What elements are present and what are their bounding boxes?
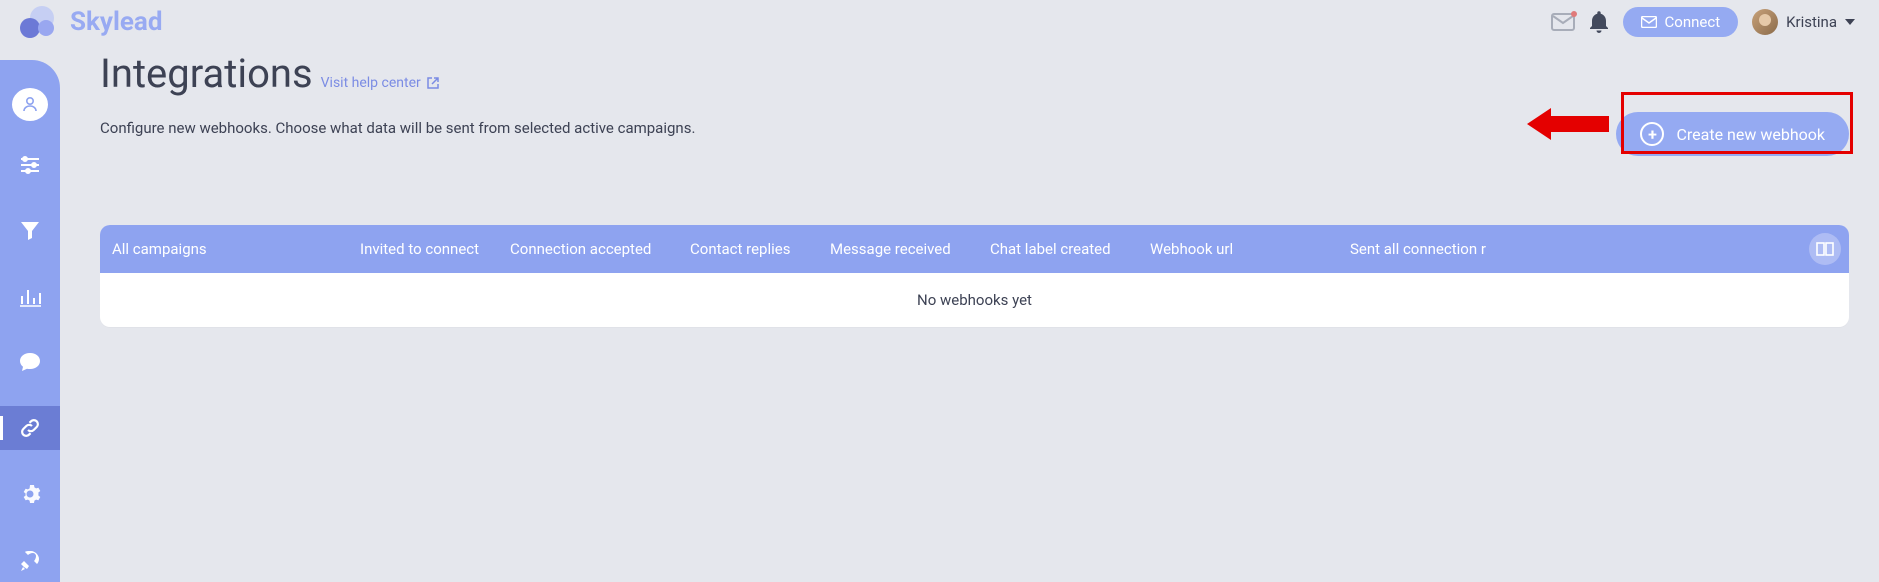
sidebar-item-funnel[interactable] [0, 209, 60, 253]
chevron-down-icon [1845, 19, 1855, 25]
column-label: Chat label created [972, 240, 1132, 258]
avatar [1752, 9, 1778, 35]
table-empty-message: No webhooks yet [100, 273, 1849, 327]
logo[interactable]: Skylead [20, 6, 162, 38]
chat-icon [19, 352, 41, 372]
user-icon [21, 95, 39, 113]
envelope-icon [1641, 16, 1657, 28]
column-accepted: Connection accepted [492, 240, 672, 258]
sidebar-item-settings[interactable] [0, 472, 60, 516]
connect-button[interactable]: Connect [1623, 7, 1739, 37]
funnel-icon [20, 221, 40, 241]
create-webhook-label: Create new webhook [1676, 125, 1825, 144]
sliders-icon [19, 156, 41, 174]
external-link-icon [427, 77, 439, 89]
plus-icon: + [1640, 122, 1664, 146]
sidebar-item-profile[interactable] [12, 88, 48, 121]
scroll-right-button[interactable] [1809, 233, 1841, 265]
annotation-arrow [1519, 108, 1609, 138]
help-link[interactable]: Visit help center [321, 75, 439, 91]
analytics-icon [19, 287, 41, 307]
rocket-icon [19, 549, 41, 571]
topbar: Skylead Connect Kristina [0, 0, 1879, 44]
table-header: All campaigns Invited to connect Connect… [100, 225, 1849, 273]
sidebar [0, 60, 60, 582]
column-sent: Sent all connection r [1332, 240, 1492, 258]
column-all-campaigns[interactable]: All campaigns [112, 240, 342, 258]
sidebar-item-rocket[interactable] [0, 538, 60, 582]
user-menu[interactable]: Kristina [1752, 9, 1855, 35]
user-name: Kristina [1786, 13, 1837, 31]
logo-text: Skylead [70, 7, 162, 37]
link-icon [19, 417, 41, 439]
sidebar-item-integrations[interactable] [0, 406, 60, 450]
page-title: Integrations [100, 50, 313, 97]
sidebar-item-sliders[interactable] [0, 143, 60, 187]
column-received: Message received [812, 240, 972, 258]
bell-icon[interactable] [1589, 11, 1609, 33]
mail-icon[interactable] [1551, 13, 1575, 31]
column-url: Webhook url [1132, 240, 1332, 258]
gear-icon [19, 483, 41, 505]
column-replies: Contact replies [672, 240, 812, 258]
connect-label: Connect [1665, 13, 1721, 31]
help-link-label: Visit help center [321, 75, 421, 91]
logo-icon [20, 6, 60, 38]
content: Integrations Visit help center Configure… [100, 50, 1849, 327]
columns-icon [1816, 242, 1834, 256]
column-invited: Invited to connect [342, 240, 492, 258]
sidebar-item-analytics[interactable] [0, 275, 60, 319]
sidebar-item-chat[interactable] [0, 341, 60, 385]
create-webhook-button[interactable]: + Create new webhook [1616, 112, 1849, 156]
webhooks-table: All campaigns Invited to connect Connect… [100, 225, 1849, 327]
